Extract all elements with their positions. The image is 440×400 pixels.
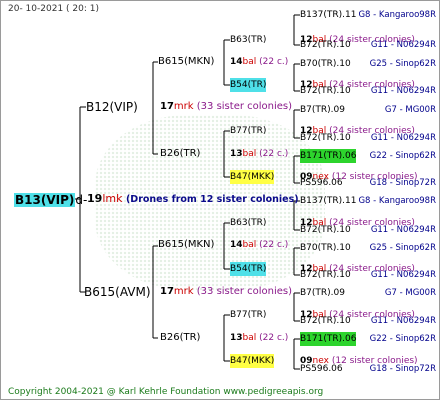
caste-count: 14 [230,240,243,250]
leaf-name[interactable]: B72(TR).10 [300,223,351,237]
root-desc: (Drones from 12 sister colonies) [125,194,299,205]
node-mbb[interactable]: B47(MKK) [230,354,275,368]
leaf-source: G11 - N06294R [370,133,436,143]
leaf-name[interactable]: PS596.06 [300,362,343,376]
node-pab[interactable]: B54(TR) [230,78,267,92]
node-caste-pc: 17mrk (33 sister colonies) [160,100,292,114]
caste-desc: (22 c.) [259,333,289,343]
node-p[interactable]: B12(VIP) [86,100,138,114]
node-caste-mac: 14bal (22 c.) [230,238,288,252]
leaf-name[interactable]: B171(TR).06 [300,149,357,163]
root-mark: lmk [102,192,123,205]
caste-mark: mrk [173,286,194,297]
report-date: 20- 10-2021 ( 20: 1) [8,4,99,14]
node-mba[interactable]: B77(TR) [230,308,266,322]
leaf-source: G25 - Sinop62R [369,243,436,253]
leaf-source: G11 - N06294R [370,316,436,326]
leaf-source: G7 - MG00R [384,288,436,298]
leaf-name[interactable]: B70(TR).10 [300,57,351,71]
leaf-source: G7 - MG00R [384,105,436,115]
node-m[interactable]: B615(AVM) [84,285,151,299]
caste-count: 13 [230,333,243,343]
leaf-name[interactable]: B72(TR).10 [300,131,351,145]
caste-desc: (22 c.) [259,240,289,250]
node-ma[interactable]: B615(MKN) [158,238,214,252]
leaf-name[interactable]: B72(TR).10 [300,314,351,328]
node-pa[interactable]: B615(MKN) [158,55,214,69]
leaf-name[interactable]: B70(TR).10 [300,241,351,255]
leaf-name[interactable]: B137(TR).11 [300,8,356,22]
root-link: d- [75,193,88,207]
root-node[interactable]: B13(VIP) [14,193,76,207]
leaf-name[interactable]: B137(TR).11 [300,194,356,208]
leaf-source: G22 - Sinop62R [369,334,436,344]
node-caste-pac: 14bal (22 c.) [230,55,288,69]
leaf-source: G25 - Sinop62R [369,59,436,69]
caste-count: 14 [230,57,243,67]
caste-count: 17 [160,101,174,112]
caste-mark: mrk [173,101,194,112]
leaf-name[interactable]: B72(TR).10 [300,268,351,282]
caste-mark: bal [242,149,257,159]
caste-mark: bal [242,240,257,250]
node-pb[interactable]: B26(TR) [160,147,200,161]
caste-desc: (33 sister colonies) [196,286,293,297]
leaf-source: G22 - Sinop62R [369,151,436,161]
leaf-name[interactable]: B72(TR).10 [300,84,351,98]
root-caste-row: 19lmk (Drones from 12 sister colonies) [87,192,299,207]
node-caste-mbc: 13bal (22 c.) [230,331,288,345]
leaf-source: G8 - Kangaroo98R [358,10,436,20]
copyright-footer: Copyright 2004-2021 @ Karl Kehrle Founda… [8,387,324,397]
caste-mark: bal [242,57,257,67]
root-count: 19 [87,192,103,205]
leaf-name[interactable]: B7(TR).09 [300,286,345,300]
node-maa[interactable]: B63(TR) [230,216,266,230]
caste-desc: (22 c.) [259,57,289,67]
leaf-source: G8 - Kangaroo98R [358,196,436,206]
caste-mark: bal [242,333,257,343]
leaf-source: G11 - N06294R [370,225,436,235]
leaf-name[interactable]: PS596.06 [300,176,343,190]
leaf-name[interactable]: B171(TR).06 [300,332,357,346]
node-mb[interactable]: B26(TR) [160,331,200,345]
caste-count: 17 [160,286,174,297]
leaf-source: G11 - N06294R [370,86,436,96]
node-paa[interactable]: B63(TR) [230,33,266,47]
node-caste-mc: 17mrk (33 sister colonies) [160,285,292,299]
caste-count: 13 [230,149,243,159]
node-caste-pbc: 13bal (22 c.) [230,147,288,161]
caste-desc: (33 sister colonies) [196,101,293,112]
leaf-name[interactable]: B72(TR).10 [300,38,351,52]
caste-desc: (22 c.) [259,149,289,159]
leaf-source: G18 - Sinop72R [369,364,436,374]
node-mab[interactable]: B54(TR) [230,262,267,276]
node-pba[interactable]: B77(TR) [230,124,266,138]
leaf-source: G11 - N06294R [370,270,436,280]
node-pbb[interactable]: B47(MKK) [230,170,275,184]
leaf-name[interactable]: B7(TR).09 [300,103,345,117]
root-row: B13(VIP)d- [14,192,87,207]
leaf-source: G11 - N06294R [370,40,436,50]
leaf-source: G18 - Sinop72R [369,178,436,188]
